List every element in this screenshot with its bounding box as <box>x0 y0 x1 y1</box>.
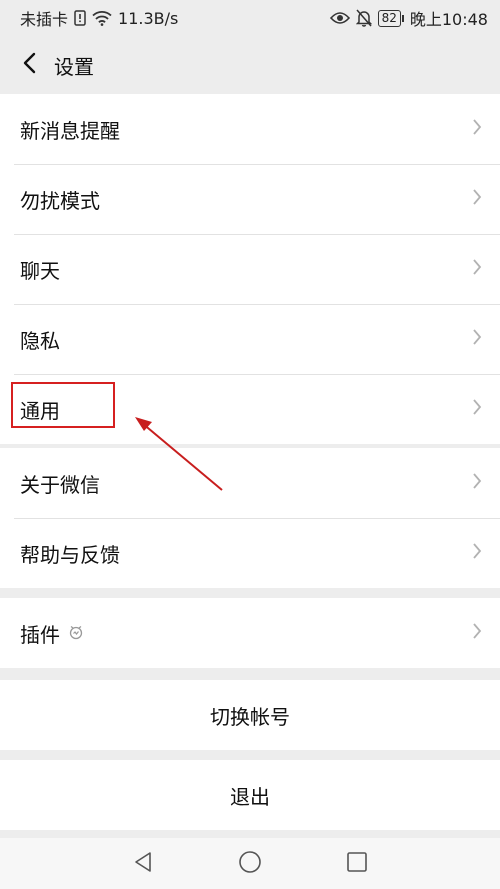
setting-item-label: 插件 <box>20 622 60 647</box>
bell-off-icon <box>355 9 372 27</box>
setting-item-label: 勿扰模式 <box>20 188 100 213</box>
setting-item-privacy[interactable]: 隐私 <box>0 304 500 374</box>
setting-item-help-feedback[interactable]: 帮助与反馈 <box>0 518 500 588</box>
chevron-right-icon <box>472 471 482 495</box>
system-navigation-bar <box>0 838 500 889</box>
setting-item-label: 关于微信 <box>20 472 100 497</box>
chevron-right-icon <box>472 621 482 645</box>
chevron-left-icon <box>22 52 36 78</box>
status-right: 82 晚上10:48 <box>329 6 488 30</box>
logout-button[interactable]: 退出 <box>0 760 500 830</box>
system-back-button[interactable] <box>123 844 163 884</box>
settings-group-3: 插件 <box>0 598 500 668</box>
setting-item-label: 帮助与反馈 <box>20 542 120 567</box>
chevron-right-icon <box>472 327 482 351</box>
setting-item-new-message-notification[interactable]: 新消息提醒 <box>0 94 500 164</box>
chevron-right-icon <box>472 397 482 421</box>
switch-account-button[interactable]: 切换帐号 <box>0 680 500 750</box>
setting-item-do-not-disturb[interactable]: 勿扰模式 <box>0 164 500 234</box>
back-button[interactable] <box>14 45 44 85</box>
system-recents-button[interactable] <box>337 844 377 884</box>
setting-item-general[interactable]: 通用 <box>0 374 500 444</box>
status-bar: 未插卡 11.3B/s 82 晚上10:48 <box>0 0 500 36</box>
eye-icon <box>329 11 350 25</box>
chevron-right-icon <box>472 257 482 281</box>
setting-item-plugins[interactable]: 插件 <box>0 598 500 668</box>
carrier-text: 未插卡 <box>20 10 69 29</box>
status-left: 未插卡 11.3B/s <box>20 6 178 30</box>
chevron-right-icon <box>472 541 482 565</box>
navigation-bar: 设置 <box>0 36 500 94</box>
setting-item-label: 通用 <box>20 398 60 423</box>
settings-group-2: 关于微信 帮助与反馈 <box>0 448 500 588</box>
setting-item-about-wechat[interactable]: 关于微信 <box>0 448 500 518</box>
plugin-badge-icon <box>68 621 84 645</box>
setting-item-chat[interactable]: 聊天 <box>0 234 500 304</box>
chevron-right-icon <box>472 117 482 141</box>
system-home-button[interactable] <box>230 844 270 884</box>
setting-item-label: 新消息提醒 <box>20 118 120 143</box>
sim-alert-icon <box>74 10 86 26</box>
battery-indicator: 82 <box>377 9 405 27</box>
circle-home-icon <box>238 850 262 878</box>
network-speed: 11.3B/s <box>118 8 179 28</box>
square-recents-icon <box>346 851 368 877</box>
wifi-icon <box>92 10 112 26</box>
setting-item-label: 聊天 <box>20 258 60 283</box>
triangle-back-icon <box>133 851 153 877</box>
page-title: 设置 <box>54 54 94 79</box>
settings-group-1: 新消息提醒 勿扰模式 聊天 隐私 通用 <box>0 94 500 444</box>
clock: 晚上10:48 <box>409 10 488 29</box>
chevron-right-icon <box>472 187 482 211</box>
setting-item-label: 隐私 <box>20 328 60 353</box>
setting-item-label-wrap: 插件 <box>20 619 84 648</box>
